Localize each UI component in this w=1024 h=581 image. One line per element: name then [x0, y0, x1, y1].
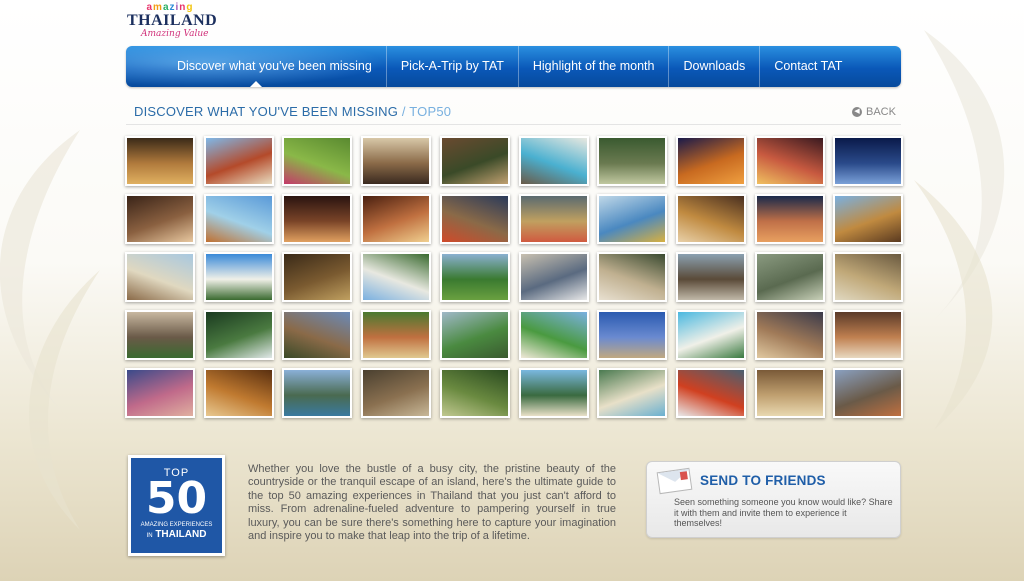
- photo-thumbnail[interactable]: [361, 136, 431, 186]
- photo-thumbnail[interactable]: [597, 194, 667, 244]
- photo-thumbnail[interactable]: [282, 252, 352, 302]
- logo-tagline: Amazing Value: [141, 29, 209, 39]
- nav-item-highlight-of-month[interactable]: Highlight of the month: [517, 46, 669, 87]
- main-navigation: Discover what you've been missing Pick-A…: [126, 46, 901, 87]
- photo-thumbnail[interactable]: [125, 252, 195, 302]
- photo-thumbnail[interactable]: [833, 136, 903, 186]
- photo-thumbnail[interactable]: [282, 194, 352, 244]
- photo-thumbnail[interactable]: [597, 136, 667, 186]
- breadcrumb-separator: /: [401, 104, 406, 119]
- photo-thumbnail[interactable]: [361, 252, 431, 302]
- photo-thumbnail[interactable]: [597, 310, 667, 360]
- photo-thumbnail[interactable]: [440, 368, 510, 418]
- photo-thumbnail[interactable]: [440, 136, 510, 186]
- photo-thumbnail[interactable]: [755, 252, 825, 302]
- photo-thumbnail[interactable]: [282, 368, 352, 418]
- photo-thumbnail[interactable]: [204, 252, 274, 302]
- photo-thumbnail[interactable]: [204, 310, 274, 360]
- photo-thumbnail[interactable]: [833, 368, 903, 418]
- nav-item-downloads[interactable]: Downloads: [668, 46, 759, 87]
- photo-thumbnail[interactable]: [519, 368, 589, 418]
- intro-paragraph: Whether you love the bustle of a busy ci…: [248, 463, 616, 543]
- back-label: BACK: [866, 106, 896, 118]
- header-divider: [126, 124, 901, 125]
- photo-thumbnail[interactable]: [440, 310, 510, 360]
- photo-thumbnail[interactable]: [125, 368, 195, 418]
- photo-thumbnail[interactable]: [361, 310, 431, 360]
- back-arrow-icon: ◀: [852, 107, 862, 117]
- send-to-friends-description: Seen something someone you know would li…: [674, 497, 893, 528]
- photo-thumbnail[interactable]: [676, 252, 746, 302]
- badge-subtitle: AMAZING EXPERIENCES: [140, 522, 213, 528]
- photo-thumbnail[interactable]: [755, 310, 825, 360]
- photo-thumbnail[interactable]: [361, 368, 431, 418]
- send-to-friends-title: SEND TO FRIENDS: [700, 473, 826, 488]
- photo-thumbnail[interactable]: [833, 252, 903, 302]
- badge-country-line: IN THAILAND: [131, 529, 222, 542]
- decorative-swirl: [914, 30, 1005, 430]
- breadcrumb: DISCOVER WHAT YOU'VE BEEN MISSING / TOP5…: [134, 104, 451, 119]
- photo-thumbnail[interactable]: [519, 310, 589, 360]
- photo-thumbnail[interactable]: [519, 136, 589, 186]
- photo-thumbnail[interactable]: [755, 368, 825, 418]
- breadcrumb-section[interactable]: DISCOVER WHAT YOU'VE BEEN MISSING: [134, 104, 398, 119]
- photo-thumbnail[interactable]: [676, 310, 746, 360]
- badge-in-label: IN: [146, 533, 153, 539]
- top50-badge: TOP 50 AMAZING EXPERIENCES IN THAILAND: [128, 455, 225, 556]
- photo-thumbnail[interactable]: [676, 136, 746, 186]
- badge-country: THAILAND: [155, 529, 207, 540]
- breadcrumb-current: TOP50: [409, 104, 452, 119]
- photo-thumbnail[interactable]: [833, 194, 903, 244]
- photo-thumbnail[interactable]: [204, 136, 274, 186]
- photo-thumbnail[interactable]: [833, 310, 903, 360]
- photo-thumbnail[interactable]: [519, 252, 589, 302]
- photo-thumbnail[interactable]: [755, 136, 825, 186]
- photo-thumbnail[interactable]: [204, 368, 274, 418]
- photo-thumbnail[interactable]: [204, 194, 274, 244]
- decorative-swirl: [0, 130, 100, 530]
- photo-thumbnail[interactable]: [125, 136, 195, 186]
- photo-thumbnail[interactable]: [282, 310, 352, 360]
- photo-thumbnail[interactable]: [440, 194, 510, 244]
- top50-photo-grid: [125, 136, 903, 418]
- send-to-friends-button[interactable]: SEND TO FRIENDS Seen something someone y…: [646, 461, 901, 538]
- photo-thumbnail[interactable]: [676, 368, 746, 418]
- amazing-thailand-logo[interactable]: amazing THAILAND Amazing Value: [127, 3, 217, 43]
- photo-thumbnail[interactable]: [361, 194, 431, 244]
- photo-thumbnail[interactable]: [676, 194, 746, 244]
- back-button[interactable]: ◀ BACK: [852, 106, 896, 118]
- photo-thumbnail[interactable]: [597, 368, 667, 418]
- photo-thumbnail[interactable]: [755, 194, 825, 244]
- photo-thumbnail[interactable]: [519, 194, 589, 244]
- envelope-icon: [656, 467, 693, 495]
- logo-thailand-word: THAILAND: [127, 12, 218, 29]
- photo-thumbnail[interactable]: [597, 252, 667, 302]
- nav-item-pick-a-trip[interactable]: Pick-A-Trip by TAT: [385, 46, 518, 87]
- photo-thumbnail[interactable]: [440, 252, 510, 302]
- nav-item-discover[interactable]: Discover what you've been missing: [126, 46, 386, 87]
- photo-thumbnail[interactable]: [125, 310, 195, 360]
- badge-number: 50: [145, 473, 208, 524]
- photo-thumbnail[interactable]: [125, 194, 195, 244]
- photo-thumbnail[interactable]: [282, 136, 352, 186]
- nav-item-contact-tat[interactable]: Contact TAT: [759, 46, 856, 87]
